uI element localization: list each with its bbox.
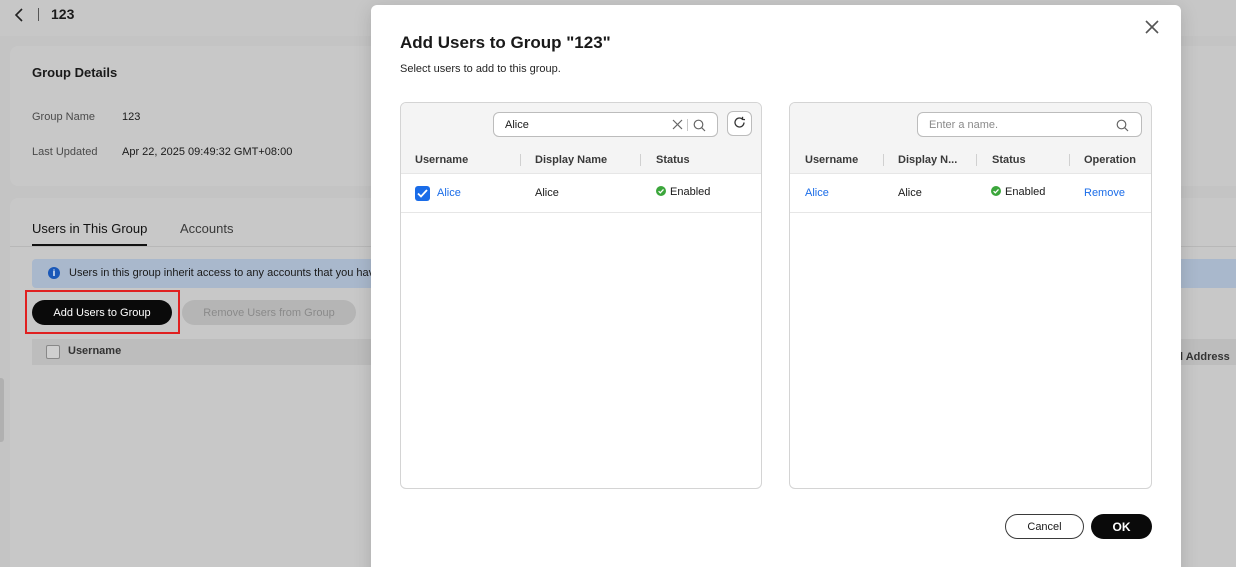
- ok-button[interactable]: OK: [1091, 514, 1152, 539]
- tab-users-in-group[interactable]: Users in This Group: [32, 221, 148, 246]
- search-placeholder: Enter a name.: [929, 119, 999, 131]
- display-name-cell: Alice: [898, 187, 922, 199]
- column-username: Username: [805, 154, 859, 166]
- column-address: l Address: [1180, 351, 1230, 363]
- group-name-value: 123: [122, 111, 141, 123]
- selected-users-toolbar: Enter a name.: [790, 103, 1151, 147]
- remove-link[interactable]: Remove: [1084, 187, 1125, 199]
- check-circle-icon: [991, 186, 1001, 196]
- highlight-annotation: [25, 290, 180, 334]
- status-text: Enabled: [1005, 186, 1046, 198]
- available-users-panel: Alice Username Display Name Status Alice…: [400, 102, 762, 489]
- column-divider: [976, 154, 977, 166]
- column-divider: [883, 154, 884, 166]
- search-icon[interactable]: [1116, 119, 1129, 132]
- column-status: Status: [992, 154, 1026, 166]
- search-icon[interactable]: [693, 119, 706, 132]
- row-checkbox[interactable]: [415, 186, 430, 201]
- info-banner-text: Users in this group inherit access to an…: [69, 267, 381, 279]
- selected-users-table-header: Username Display N... Status Operation: [790, 147, 1151, 174]
- display-name-cell: Alice: [535, 187, 559, 199]
- cancel-button[interactable]: Cancel: [1005, 514, 1084, 539]
- group-name-label: Group Name: [32, 111, 95, 123]
- group-details-heading: Group Details: [32, 65, 118, 80]
- available-users-table-header: Username Display Name Status: [401, 147, 761, 174]
- title-divider: [38, 8, 39, 21]
- selected-users-panel: Enter a name. Username Display N... Stat…: [789, 102, 1152, 489]
- status-text: Enabled: [670, 186, 711, 198]
- column-divider: [640, 154, 641, 166]
- column-divider: [1069, 154, 1070, 166]
- column-operation: Operation: [1084, 154, 1136, 166]
- search-divider: [687, 119, 688, 131]
- column-divider: [520, 154, 521, 166]
- clear-search-icon[interactable]: [672, 119, 683, 130]
- add-users-dialog: Add Users to Group "123" Select users to…: [371, 5, 1181, 567]
- remove-users-from-group-button[interactable]: Remove Users from Group: [182, 300, 356, 325]
- last-updated-label: Last Updated: [32, 146, 98, 158]
- selected-search-input[interactable]: Enter a name.: [917, 112, 1142, 137]
- table-row[interactable]: Alice Alice Enabled: [401, 174, 761, 213]
- close-icon[interactable]: [1144, 19, 1160, 35]
- column-username: Username: [415, 154, 469, 166]
- page-title: 123: [51, 6, 75, 22]
- tab-accounts[interactable]: Accounts: [180, 221, 233, 236]
- refresh-button[interactable]: [727, 111, 752, 136]
- column-display-name: Display N...: [898, 154, 958, 166]
- column-status: Status: [656, 154, 690, 166]
- info-icon: i: [48, 267, 60, 279]
- check-circle-icon: [656, 186, 666, 196]
- dialog-subtitle: Select users to add to this group.: [400, 63, 561, 75]
- user-search-input[interactable]: Alice: [493, 112, 718, 137]
- refresh-icon: [733, 116, 746, 132]
- column-username: Username: [68, 345, 122, 357]
- username-link[interactable]: Alice: [805, 187, 829, 199]
- status-cell: Enabled: [991, 186, 1045, 198]
- back-arrow-icon[interactable]: [12, 7, 26, 23]
- dialog-title: Add Users to Group "123": [400, 33, 611, 52]
- column-display-name: Display Name: [535, 154, 608, 166]
- select-all-checkbox[interactable]: [46, 345, 60, 359]
- status-cell: Enabled: [656, 186, 710, 198]
- username-link[interactable]: Alice: [437, 187, 461, 199]
- side-panel-handle[interactable]: [0, 378, 4, 442]
- last-updated-value: Apr 22, 2025 09:49:32 GMT+08:00: [122, 146, 293, 158]
- table-row: Alice Alice Enabled Remove: [790, 174, 1151, 213]
- search-input-value: Alice: [505, 119, 529, 131]
- available-users-toolbar: Alice: [401, 103, 761, 147]
